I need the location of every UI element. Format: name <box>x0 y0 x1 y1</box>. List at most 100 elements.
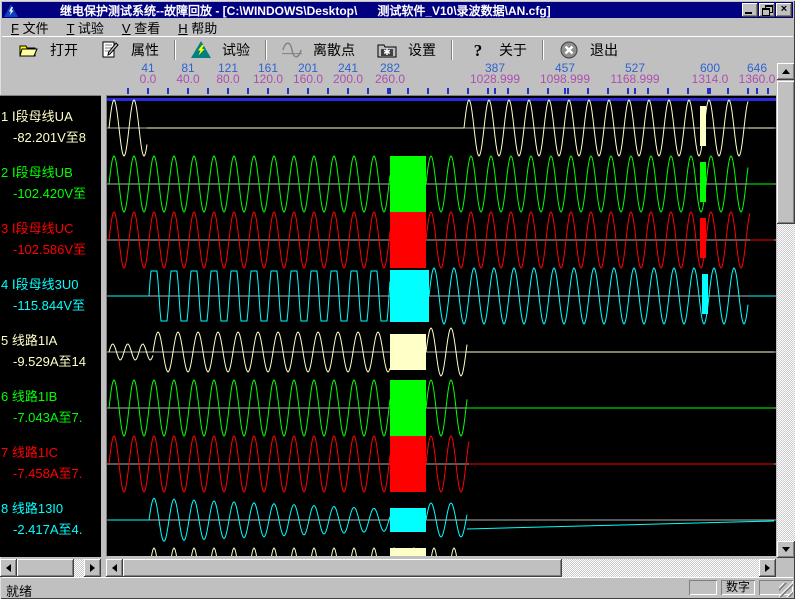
axis-minor-tick <box>127 88 129 94</box>
restore-button[interactable] <box>759 3 775 17</box>
axis-minor-tick <box>667 88 669 94</box>
axis-minor-tick <box>207 88 209 94</box>
dense-fault-block-ch5 <box>390 334 426 370</box>
toolbar-button-sine-wave[interactable]: 离散点 <box>271 38 366 62</box>
axis-minor-tick <box>247 88 249 94</box>
resize-grip[interactable] <box>779 583 793 597</box>
scroll-left-button[interactable] <box>0 559 17 577</box>
channel-label-3: 3 Ⅰ段母线UC-102.586V至 <box>1 218 101 260</box>
status-ready-text: 就绪 <box>6 581 32 599</box>
title-bar: 继电保护测试系统--故障回放 - [C:\WINDOWS\Desktop\ 测试… <box>2 2 793 18</box>
waveform-plot[interactable] <box>107 96 776 556</box>
axis-minor-tick <box>507 88 509 94</box>
axis-minor-tick <box>447 88 449 94</box>
channel-range: -9.529A至14 <box>1 351 101 372</box>
axis-minor-tick <box>307 88 309 94</box>
toolbar-button-label: 打开 <box>50 40 78 60</box>
window-title: 继电保护测试系统--故障回放 - [C:\WINDOWS\Desktop\ 测试… <box>60 2 551 19</box>
channel-name: 5 线路1IA <box>1 330 101 351</box>
axis-minor-tick <box>167 88 169 94</box>
dense-fault-block-ch3 <box>390 212 426 268</box>
waveform-channel-1 <box>109 100 774 156</box>
channel-name: 6 线路1IB <box>1 386 101 407</box>
menu-item-T[interactable]: T 试验 <box>58 18 113 37</box>
menu-item-V[interactable]: V 查看 <box>113 18 169 37</box>
vertical-scrollbar[interactable] <box>777 63 795 558</box>
scroll-right-button[interactable] <box>759 559 776 577</box>
waveform-channel-9 <box>149 548 464 556</box>
waveform-hscroll-track[interactable] <box>562 559 759 577</box>
dense-fault-block-ch4 <box>390 270 429 322</box>
open-folder-icon <box>19 41 39 59</box>
status-box-empty1 <box>689 580 717 595</box>
toolbar-button-label: 退出 <box>590 40 618 60</box>
vertical-scroll-thumb[interactable] <box>777 81 795 224</box>
label-hscroll-thumb[interactable] <box>17 559 74 577</box>
axis-minor-tick <box>287 88 289 94</box>
menu-item-H[interactable]: H 帮助 <box>169 18 226 37</box>
channel-label-2: 2 Ⅰ段母线UB-102.420V至 <box>1 162 101 204</box>
channel-range: -102.586V至 <box>1 239 101 260</box>
label-panel-hscrollbar[interactable] <box>0 559 101 577</box>
settings-folder-icon: ✱ <box>377 41 397 59</box>
axis-minor-tick <box>627 88 629 94</box>
dense-fault-block-ch8 <box>390 508 426 532</box>
exit-circle-icon <box>559 41 579 59</box>
axis-tick-mark <box>709 88 711 94</box>
axis-minor-tick <box>267 88 269 94</box>
toolbar-button-properties-doc[interactable]: 属性 <box>89 38 170 62</box>
axis-minor-tick <box>487 88 489 94</box>
test-bolt-icon <box>191 41 211 59</box>
axis-tick-mark <box>634 88 636 94</box>
axis-minor-tick <box>767 88 769 94</box>
svg-text:✱: ✱ <box>383 47 391 57</box>
axis-minor-tick <box>587 88 589 94</box>
axis-minor-tick <box>527 88 529 94</box>
arrow-left-icon <box>112 564 117 572</box>
axis-minor-tick <box>547 88 549 94</box>
axis-minor-tick <box>327 88 329 94</box>
waveform-hscroll-thumb[interactable] <box>123 559 562 577</box>
axis-tick-label: 3871028.999 <box>460 63 530 85</box>
axis-minor-tick <box>387 88 389 94</box>
waveform-hscrollbar[interactable] <box>106 559 776 577</box>
toolbar-button-settings-folder[interactable]: ✱设置 <box>366 38 447 62</box>
channel-range: -115.844V至 <box>1 295 101 316</box>
axis-tick-mark <box>494 88 496 94</box>
channel-label-panel: 1 Ⅰ段母线UA-82.201V至82 Ⅰ段母线UB-102.420V至3 Ⅰ段… <box>0 95 101 557</box>
scroll-down-button[interactable] <box>777 541 795 558</box>
scroll-right-button[interactable] <box>84 559 101 577</box>
channel-label-5: 5 线路1IA-9.529A至14 <box>1 330 101 372</box>
channel-label-4: 4 Ⅰ段母线3U0-115.844V至 <box>1 274 101 316</box>
channel-label-7: 7 线路1IC-7.458A至7. <box>1 442 101 484</box>
channel-name: 2 Ⅰ段母线UB <box>1 162 101 183</box>
sine-wave-icon <box>282 41 302 59</box>
axis-minor-tick <box>347 88 349 94</box>
toolbar-button-open-folder[interactable]: 打开 <box>8 38 89 62</box>
close-button[interactable]: × <box>776 3 792 17</box>
toolbar-separator <box>451 40 453 60</box>
minimize-button[interactable] <box>742 3 758 17</box>
label-hscroll-track[interactable] <box>74 559 84 577</box>
dense-fault-block-ch7 <box>390 436 426 492</box>
axis-minor-tick <box>407 88 409 94</box>
dense-fault-block-ch9 <box>390 548 426 556</box>
axis-minor-tick <box>367 88 369 94</box>
axis-minor-tick <box>707 88 709 94</box>
question-mark-icon: ? <box>468 41 488 59</box>
toolbar-button-test-bolt[interactable]: 试验 <box>180 38 261 62</box>
axis-minor-tick <box>427 88 429 94</box>
toolbar: 打开属性 试验 离散点✱设置 ?关于 退出 <box>2 36 793 62</box>
channel-label-8: 8 线路13I0-2.417A至4. <box>1 498 101 540</box>
toolbar-button-question-mark[interactable]: ?关于 <box>457 38 538 62</box>
toolbar-button-label: 试验 <box>222 40 250 60</box>
toolbar-button-exit-circle[interactable]: 退出 <box>548 38 629 62</box>
channel-name: 4 Ⅰ段母线3U0 <box>1 274 101 295</box>
scroll-up-button[interactable] <box>777 63 795 80</box>
channel-name: 3 Ⅰ段母线UC <box>1 218 101 239</box>
waveform-panel[interactable] <box>106 95 776 556</box>
vertical-scroll-track[interactable] <box>777 224 795 541</box>
scroll-left-button[interactable] <box>106 559 123 577</box>
arrow-right-icon <box>90 564 95 572</box>
menu-item-F[interactable]: F 文件 <box>2 18 58 37</box>
